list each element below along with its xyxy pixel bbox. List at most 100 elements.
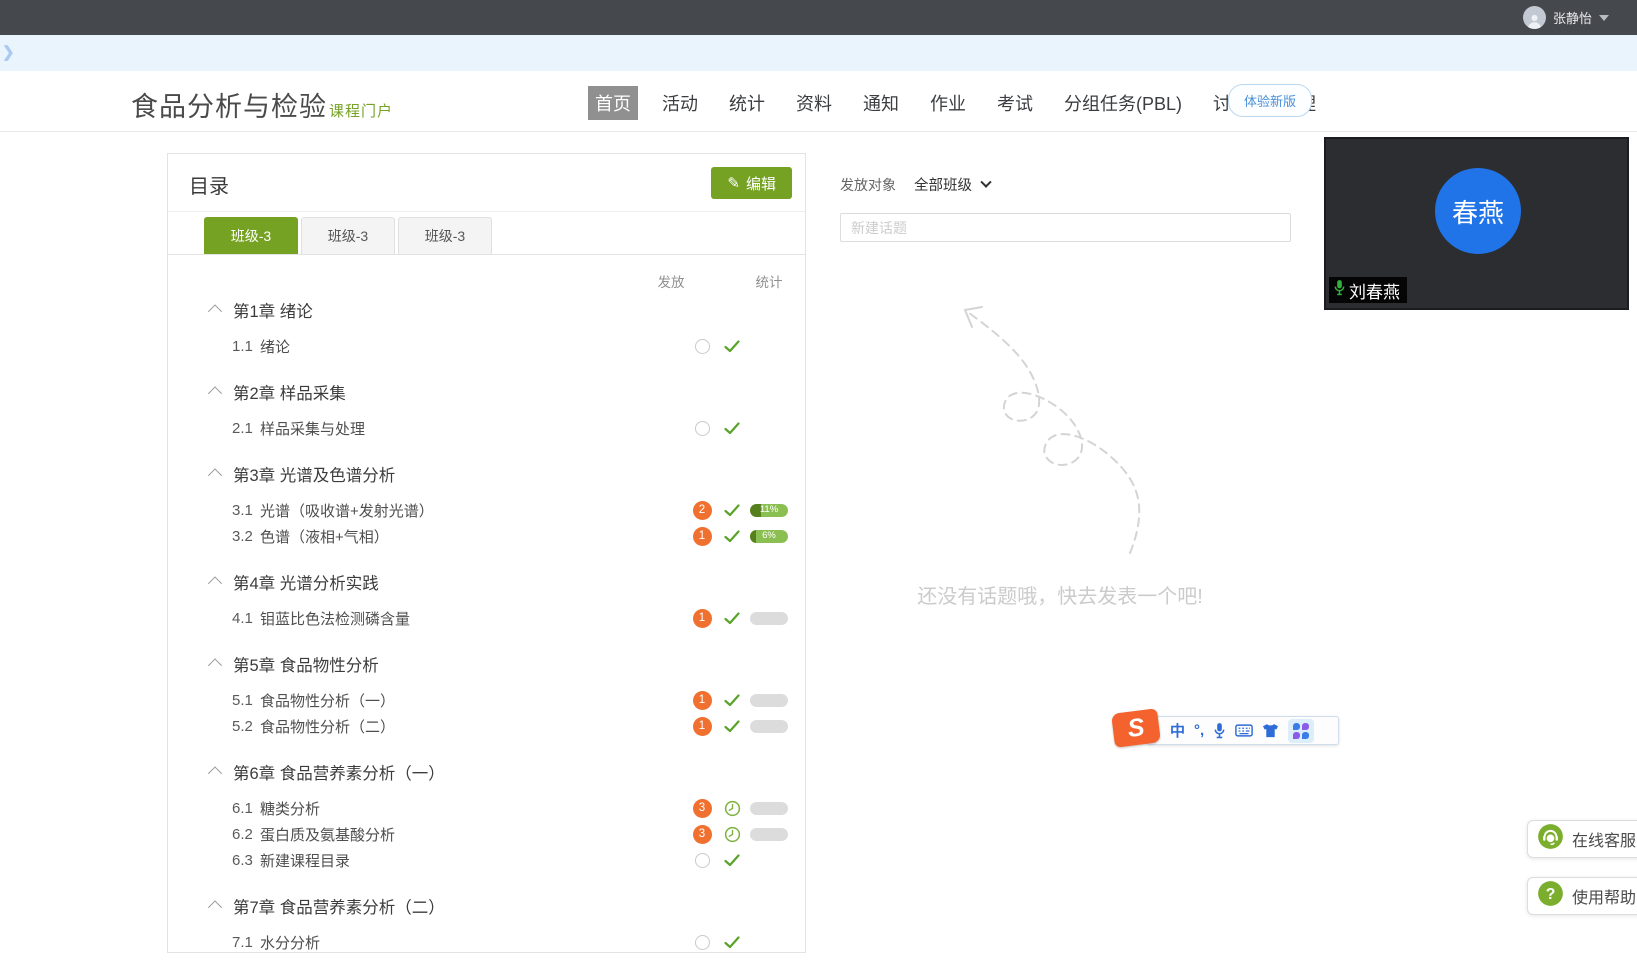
collapse-chevron-icon xyxy=(208,658,222,672)
section-title[interactable]: 食品物性分析（一） xyxy=(260,690,687,711)
section-title[interactable]: 样品采集与处理 xyxy=(260,418,687,439)
section-number: 2.1 xyxy=(232,420,260,437)
catalog-title: 目录 xyxy=(189,170,229,199)
ime-logo-icon[interactable]: S xyxy=(1111,708,1161,747)
class-tab-1[interactable]: 班级-3 xyxy=(204,217,298,254)
empty-state-text: 还没有话题哦，快去发表一个吧! xyxy=(840,580,1280,609)
section-number: 3.1 xyxy=(232,502,260,519)
chapter-row[interactable]: 第5章 食品物性分析 xyxy=(168,651,805,677)
floater-label: 使用帮助 xyxy=(1572,884,1636,908)
nav-item-分组任务(PBL)[interactable]: 分组任务(PBL) xyxy=(1057,86,1189,120)
expand-chevron-icon[interactable]: ❯ xyxy=(2,43,15,61)
section-row: 7.1水分分析 xyxy=(168,929,805,955)
issue-status-circle[interactable] xyxy=(687,421,717,436)
check-icon xyxy=(717,720,747,733)
issue-count-badge[interactable]: 2 xyxy=(687,501,717,520)
class-tab-2[interactable]: 班级-3 xyxy=(301,217,395,254)
issue-target-label: 发放对象 xyxy=(840,175,896,195)
issue-status-circle[interactable] xyxy=(687,935,717,950)
issue-count-badge[interactable]: 1 xyxy=(687,609,717,628)
online-service-button[interactable]: 在线客服 xyxy=(1527,820,1637,858)
section-title[interactable]: 糖类分析 xyxy=(260,798,687,819)
section-title[interactable]: 光谱（吸收谱+发射光谱） xyxy=(260,500,687,521)
chapter-title: 第2章 样品采集 xyxy=(233,380,346,404)
section-title[interactable]: 钼蓝比色法检测磷含量 xyxy=(260,608,687,629)
progress-slot xyxy=(747,694,791,707)
count-badge: 2 xyxy=(693,501,712,520)
issue-status-circle[interactable] xyxy=(687,853,717,868)
nav-item-考试[interactable]: 考试 xyxy=(990,86,1040,120)
ime-language-icon[interactable]: 中 xyxy=(1170,719,1185,743)
progress-bar[interactable] xyxy=(750,720,788,733)
circle-icon xyxy=(695,421,710,436)
nav-item-通知[interactable]: 通知 xyxy=(856,86,906,120)
class-select[interactable]: 全部班级 xyxy=(914,174,990,195)
section-row: 4.1钼蓝比色法检测磷含量1 xyxy=(168,605,805,631)
section-row: 3.2色谱（液相+气相）1 6% xyxy=(168,523,805,549)
edit-button[interactable]: ✎ 编辑 xyxy=(711,167,792,199)
ime-mic-icon[interactable] xyxy=(1213,719,1226,743)
clock-icon xyxy=(717,826,747,843)
headset-icon xyxy=(1537,823,1564,855)
nav-item-首页[interactable]: 首页 xyxy=(588,86,638,120)
issue-count-badge[interactable]: 1 xyxy=(687,691,717,710)
svg-text:?: ? xyxy=(1546,886,1556,903)
progress-bar[interactable]: 11% xyxy=(750,504,788,517)
new-version-badge[interactable]: 体验新版 xyxy=(1228,84,1312,117)
chapter-row[interactable]: 第4章 光谱分析实践 xyxy=(168,569,805,595)
chapter-row[interactable]: 第1章 绪论 xyxy=(168,297,805,323)
check-icon xyxy=(717,504,747,517)
section-title[interactable]: 色谱（液相+气相） xyxy=(260,526,687,547)
pencil-icon: ✎ xyxy=(727,174,740,192)
progress-bar[interactable] xyxy=(750,802,788,815)
chapter-title: 第5章 食品物性分析 xyxy=(233,652,379,676)
class-tab-3[interactable]: 班级-3 xyxy=(398,217,492,254)
section-title[interactable]: 绪论 xyxy=(260,336,687,357)
ime-toolbox-icon[interactable] xyxy=(1288,719,1314,743)
chapter-row[interactable]: 第6章 食品营养素分析（一） xyxy=(168,759,805,785)
chapter-row[interactable]: 第7章 食品营养素分析（二） xyxy=(168,893,805,919)
column-headers: 发放 统计 xyxy=(168,271,805,293)
issue-count-badge[interactable]: 3 xyxy=(687,825,717,844)
new-topic-input[interactable] xyxy=(840,213,1291,242)
ime-punctuation-icon[interactable]: °, xyxy=(1194,719,1204,743)
section-number: 3.2 xyxy=(232,528,260,545)
count-badge: 3 xyxy=(693,799,712,818)
section-title[interactable]: 新建课程目录 xyxy=(260,850,687,871)
ime-toolbar: S 中 °, xyxy=(1147,716,1339,745)
issue-count-badge[interactable]: 1 xyxy=(687,527,717,546)
issue-count-badge[interactable]: 3 xyxy=(687,799,717,818)
chapter-group: 第5章 食品物性分析5.1食品物性分析（一）15.2食品物性分析（二）1 xyxy=(168,651,805,739)
section-title[interactable]: 蛋白质及氨基酸分析 xyxy=(260,824,687,845)
nav-item-资料[interactable]: 资料 xyxy=(789,86,839,120)
ime-skin-icon[interactable] xyxy=(1262,719,1279,743)
count-badge: 1 xyxy=(693,609,712,628)
progress-slot xyxy=(747,802,791,815)
course-header: 食品分析与检验课程门户 首页活动统计资料通知作业考试分组任务(PBL)讨论管理 … xyxy=(0,71,1637,132)
section-title[interactable]: 水分分析 xyxy=(260,932,687,953)
progress-bar[interactable]: 6% xyxy=(750,530,788,543)
section-number: 6.3 xyxy=(232,852,260,869)
progress-bar[interactable] xyxy=(750,828,788,841)
nav-item-活动[interactable]: 活动 xyxy=(655,86,705,120)
progress-bar[interactable] xyxy=(750,612,788,625)
chevron-down-icon xyxy=(1599,15,1609,21)
section-number: 7.1 xyxy=(232,934,260,951)
user-menu[interactable]: 张静怡 xyxy=(1523,0,1609,35)
chapter-row[interactable]: 第3章 光谱及色谱分析 xyxy=(168,461,805,487)
nav-item-作业[interactable]: 作业 xyxy=(923,86,973,120)
chapter-list: 第1章 绪论1.1绪论第2章 样品采集2.1样品采集与处理第3章 光谱及色谱分析… xyxy=(168,297,805,965)
issue-status-circle[interactable] xyxy=(687,339,717,354)
class-select-value: 全部班级 xyxy=(914,174,972,195)
issue-count-badge[interactable]: 1 xyxy=(687,717,717,736)
progress-bar[interactable] xyxy=(750,694,788,707)
clock-icon xyxy=(717,800,747,817)
ime-keyboard-icon[interactable] xyxy=(1235,719,1253,743)
chapter-row[interactable]: 第2章 样品采集 xyxy=(168,379,805,405)
nav-item-统计[interactable]: 统计 xyxy=(722,86,772,120)
chapter-group: 第3章 光谱及色谱分析 3.1光谱（吸收谱+发射光谱） 2 11% 3.2色谱（液相+气… xyxy=(168,461,805,549)
section-title[interactable]: 食品物性分析（二） xyxy=(260,716,687,737)
video-overlay[interactable]: 春燕 刘春燕 xyxy=(1324,137,1629,310)
check-icon xyxy=(717,340,747,353)
help-button[interactable]: ? 使用帮助 xyxy=(1527,877,1637,915)
